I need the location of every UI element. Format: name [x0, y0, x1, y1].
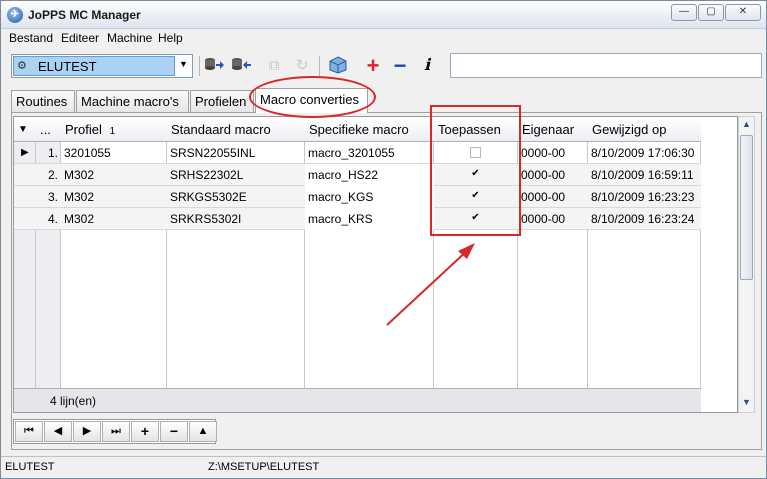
toolbar-separator — [199, 56, 200, 76]
col-header-index[interactable]: ... — [36, 117, 61, 142]
cell-eigenaar[interactable]: 0000-00 — [518, 142, 588, 164]
cell-profiel[interactable]: M302 — [61, 164, 167, 186]
remove-icon[interactable]: − — [389, 55, 411, 77]
cell-eigenaar[interactable]: 0000-00 — [518, 186, 588, 208]
cell-standaard-macro[interactable]: SRHS22302L — [167, 164, 305, 186]
insert-record-button[interactable]: + — [131, 421, 159, 442]
tab-routines[interactable]: Routines — [11, 90, 75, 112]
scroll-up-icon[interactable]: ▲ — [740, 119, 753, 132]
status-path: Z:\MSETUP\ELUTEST — [208, 461, 320, 473]
menu-editeer[interactable]: Editeer — [61, 31, 99, 45]
row-count-label: 4 lijn(en) — [50, 394, 97, 408]
delete-record-button[interactable]: − — [160, 421, 188, 442]
copy-disabled-icon: ⧉ — [268, 57, 280, 74]
grid-header: ▼ ... Profiel 1 Standaard macro Specifie… — [14, 117, 701, 142]
table-row[interactable]: 3. M302 SRKGS5302E macro_KGS ✔ 0000-00 8… — [14, 186, 701, 208]
cell-specifieke-macro[interactable]: macro_HS22 — [305, 164, 434, 186]
cell-standaard-macro[interactable]: SRKRS5302I — [167, 208, 305, 230]
minimize-button[interactable]: — — [671, 4, 697, 21]
annotation-arrow — [386, 243, 475, 326]
app-logo-icon: ✈ — [7, 7, 23, 23]
row-number: 1. — [47, 146, 58, 160]
prev-record-button[interactable]: ◀ — [44, 421, 72, 442]
refresh-disabled-icon: ↻ — [295, 57, 309, 74]
cell-gewijzigd-op: 8/10/2009 16:59:11 — [591, 168, 694, 182]
cell-standaard-macro[interactable]: SRKGS5302E — [167, 186, 305, 208]
cell-profiel[interactable]: M302 — [61, 208, 167, 230]
edit-record-button[interactable]: ▲ — [189, 421, 217, 442]
cell-standaard-macro[interactable]: SRSN22055INL — [167, 142, 305, 164]
cell-specifieke-macro[interactable]: macro_3201055 — [305, 142, 434, 164]
cell-gewijzigd-op: 8/10/2009 17:06:30 — [591, 146, 695, 160]
cell-eigenaar[interactable]: 0000-00 — [518, 164, 588, 186]
tab-machine-macros[interactable]: Machine macro's — [76, 90, 189, 112]
scroll-thumb[interactable] — [740, 135, 753, 280]
close-button[interactable]: ✕ — [725, 4, 761, 21]
menu-bar: Bestand Editeer Machine Help — [1, 29, 766, 47]
next-record-button[interactable]: ▶ — [73, 421, 101, 442]
col-header-profiel[interactable]: Profiel 1 — [61, 117, 167, 142]
grid-footer — [14, 388, 701, 412]
row-number: 4. — [47, 212, 58, 226]
last-record-button[interactable]: ⏭ — [102, 421, 130, 442]
menu-help[interactable]: Help — [158, 31, 183, 45]
app-window: ✈ JoPPS MC Manager — ▢ ✕ Bestand Editeer… — [0, 0, 767, 479]
machine-combo[interactable]: ⚙ ELUTEST ▼ — [11, 54, 193, 78]
machine-combo-selection: ⚙ ELUTEST — [13, 56, 175, 76]
scroll-down-icon[interactable]: ▼ — [740, 397, 753, 410]
annotation-rectangle — [430, 105, 521, 236]
col-header-profiel-label: Profiel — [65, 122, 102, 137]
status-machine: ELUTEST — [5, 461, 55, 473]
record-navigator: ⏮ ◀ ▶ ⏭ + − ▲ — [13, 419, 217, 444]
first-record-button[interactable]: ⏮ — [15, 421, 43, 442]
chevron-down-icon[interactable]: ▼ — [179, 59, 188, 69]
title-bar[interactable]: ✈ JoPPS MC Manager — ▢ ✕ — [1, 1, 766, 29]
table-row[interactable]: ▶ 1. 3201055 SRSN22055INL macro_3201055 … — [14, 142, 701, 164]
current-row-marker-icon: ▶ — [21, 147, 29, 158]
cell-gewijzigd-op: 8/10/2009 16:23:23 — [591, 190, 695, 204]
menu-bestand[interactable]: Bestand — [9, 31, 53, 45]
cell-specifieke-macro[interactable]: macro_KRS — [305, 208, 434, 230]
status-bar: ELUTEST Z:\MSETUP\ELUTEST — [1, 456, 766, 478]
cell-specifieke-macro[interactable]: macro_KGS — [305, 186, 434, 208]
db-export-icon[interactable] — [203, 56, 225, 76]
table-row[interactable]: 4. M302 SRKRS5302I macro_KRS ✔ 0000-00 8… — [14, 208, 701, 230]
row-number: 3. — [47, 190, 58, 204]
grid-vertical-scrollbar[interactable]: ▲ ▼ — [738, 116, 755, 413]
row-number: 2. — [47, 168, 58, 182]
col-header-specifieke-macro[interactable]: Specifieke macro — [305, 117, 434, 142]
col-header-gewijzigd-op[interactable]: Gewijzigd op — [588, 117, 701, 142]
col-header-standaard-macro[interactable]: Standaard macro — [167, 117, 305, 142]
machine-icon: ⚙ — [17, 60, 27, 72]
sort-indicator-icon[interactable]: ▼ — [14, 117, 36, 142]
table-row[interactable]: 2. M302 SRHS22302L macro_HS22 ✔ 0000-00 … — [14, 164, 701, 186]
window-title: JoPPS MC Manager — [28, 8, 141, 22]
maximize-button[interactable]: ▢ — [698, 4, 724, 21]
package-icon[interactable] — [327, 56, 349, 76]
db-import-icon[interactable] — [230, 56, 252, 76]
add-icon[interactable]: + — [362, 55, 384, 77]
cell-gewijzigd-op: 8/10/2009 16:23:24 — [591, 212, 695, 226]
info-icon[interactable]: ℹ — [416, 56, 438, 76]
cell-eigenaar[interactable]: 0000-00 — [518, 208, 588, 230]
annotation-ellipse — [249, 76, 376, 118]
col-header-eigenaar[interactable]: Eigenaar — [518, 117, 588, 142]
sort-order-badge: 1 — [109, 126, 116, 137]
cell-profiel[interactable]: 3201055 — [61, 142, 167, 164]
toolbar-separator — [319, 56, 320, 76]
machine-combo-value: ELUTEST — [38, 59, 97, 74]
menu-machine[interactable]: Machine — [107, 31, 152, 45]
macro-conversion-grid[interactable]: ▼ ... Profiel 1 Standaard macro Specifie… — [13, 116, 738, 413]
tab-profielen[interactable]: Profielen — [190, 90, 254, 112]
cell-profiel[interactable]: M302 — [61, 186, 167, 208]
toolbar-text-field[interactable] — [450, 53, 762, 78]
